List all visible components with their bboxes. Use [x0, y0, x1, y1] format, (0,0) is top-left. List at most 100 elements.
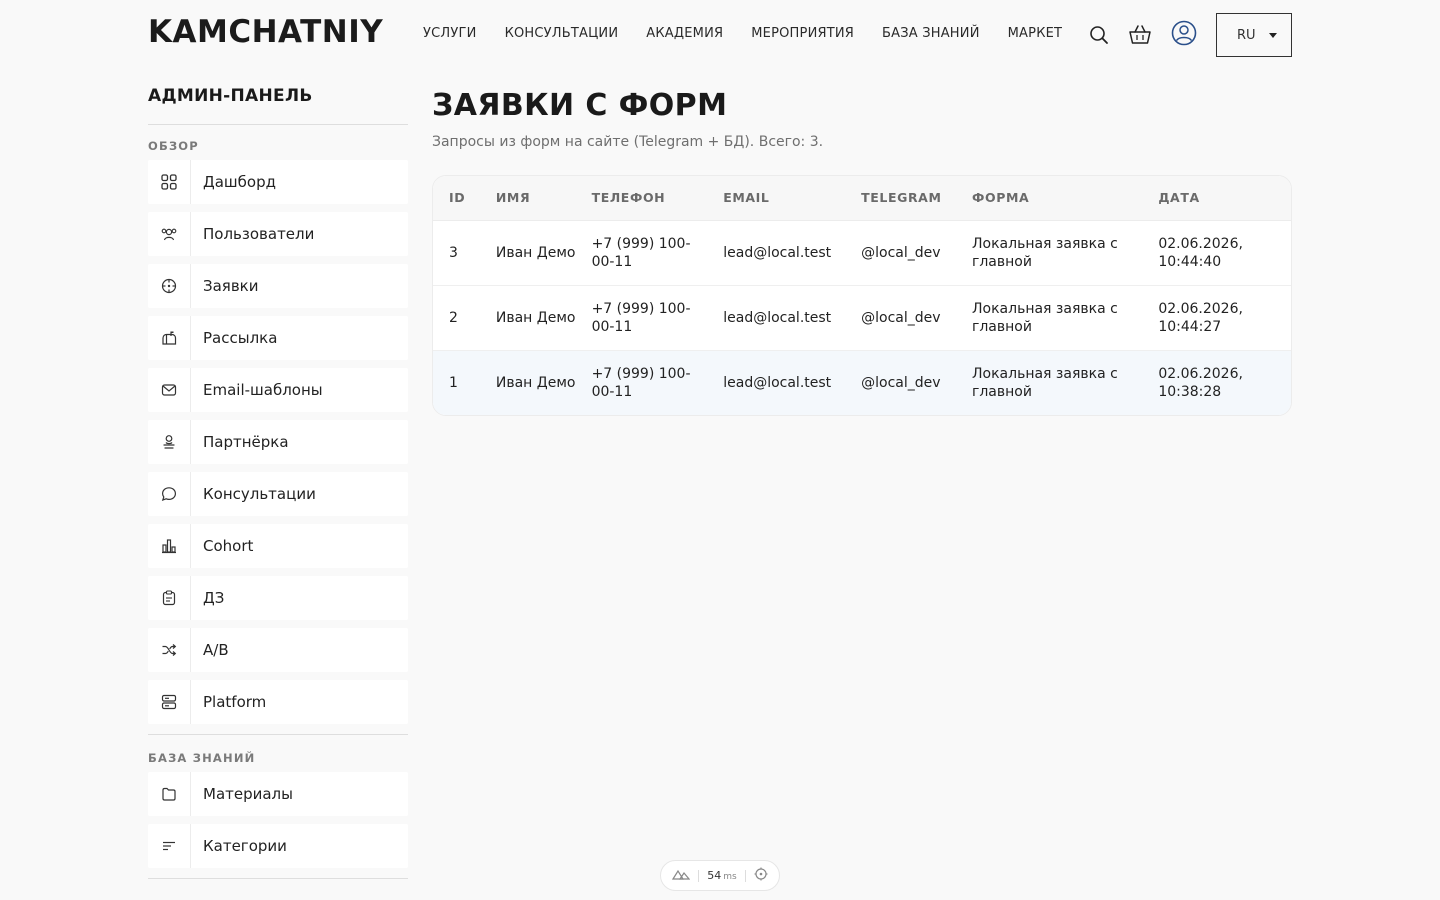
nav-market[interactable]: МАРКЕТ [1008, 26, 1063, 44]
cell-telegram: @local_dev [845, 220, 956, 286]
sidebar-item-label: A/B [203, 641, 229, 659]
table-row[interactable]: 2 Иван Демо +7 (999) 100-00-11 lead@loca… [433, 285, 1291, 351]
cell-name: Иван Демо [479, 350, 576, 415]
sidebar-item-mailing[interactable]: Рассылка [148, 316, 408, 360]
site-header: KAMCHATNIY УСЛУГИ КОНСУЛЬТАЦИИ АКАДЕМИЯ … [0, 0, 1440, 70]
sidebar-item-email-templates[interactable]: Email-шаблоны [148, 368, 408, 412]
cell-date: 02.06.2026, 10:44:27 [1142, 285, 1291, 351]
nav-consultations[interactable]: КОНСУЛЬТАЦИИ [505, 26, 619, 44]
cell-id: 1 [433, 350, 480, 415]
shuffle-icon [148, 628, 191, 672]
sidebar-item-cohort[interactable]: Cohort [148, 524, 408, 568]
nav-knowledge-base[interactable]: БАЗА ЗНАНИЙ [882, 26, 980, 44]
user-icon[interactable] [1170, 19, 1198, 47]
sidebar-item-label: Консультации [203, 485, 316, 503]
chat-icon [148, 472, 191, 516]
sidebar-item-label: Platform [203, 693, 267, 711]
devtools-pill[interactable]: 54 ms [660, 860, 780, 891]
column-header-email: EMAIL [707, 176, 846, 221]
main-content: ЗАЯВКИ С ФОРМ Запросы из форм на сайте (… [432, 86, 1292, 416]
cell-name: Иван Демо [479, 285, 576, 351]
main-nav: УСЛУГИ КОНСУЛЬТАЦИИ АКАДЕМИЯ МЕРОПРИЯТИЯ… [423, 26, 1062, 44]
render-time-unit: ms [723, 872, 737, 882]
render-time-value: 54 [707, 869, 722, 882]
language-value: RU [1237, 27, 1256, 43]
page-subtitle: Запросы из форм на сайте (Telegram + БД)… [432, 134, 824, 150]
sidebar-item-partners[interactable]: Партнёрка [148, 420, 408, 464]
sidebar-item-materials[interactable]: Материалы [148, 772, 408, 816]
cell-date: 02.06.2026, 10:38:28 [1142, 350, 1291, 415]
nav-academy[interactable]: АКАДЕМИЯ [646, 26, 723, 44]
sidebar-item-requests[interactable]: Заявки [148, 264, 408, 308]
cell-name: Иван Демо [479, 220, 576, 286]
sidebar-item-label: Заявки [203, 277, 259, 295]
table-row[interactable]: 3 Иван Демо +7 (999) 100-00-11 lead@loca… [433, 220, 1291, 286]
devtools-separator [744, 869, 746, 882]
sidebar-item-label: Материалы [203, 785, 293, 803]
devtools-separator [698, 869, 700, 882]
cell-phone: +7 (999) 100-00-11 [575, 350, 708, 415]
render-time: 54 ms [707, 869, 736, 882]
column-header-telegram: TELEGRAM [845, 176, 956, 221]
cell-form: Локальная заявка с главной [956, 350, 1143, 415]
column-header-date: ДАТА [1142, 176, 1291, 221]
target-icon [148, 264, 191, 308]
cell-telegram: @local_dev [845, 285, 956, 351]
sidebar-item-categories[interactable]: Категории [148, 824, 408, 868]
folder-icon [148, 772, 191, 816]
server-icon [148, 680, 191, 724]
cell-phone: +7 (999) 100-00-11 [575, 220, 708, 286]
sidebar-item-platform[interactable]: Platform [148, 680, 408, 724]
nuxt-logo-icon[interactable] [672, 868, 691, 883]
requests-table: ID ИМЯ ТЕЛЕФОН EMAIL TELEGRAM ФОРМА ДАТА… [432, 175, 1292, 416]
section-label-overview: ОБЗОР [148, 139, 199, 153]
list-icon [148, 824, 191, 868]
site-logo[interactable]: KAMCHATNIY [148, 14, 383, 50]
page-title: ЗАЯВКИ С ФОРМ [432, 88, 728, 123]
sidebar-item-label: Пользователи [203, 225, 315, 243]
language-select[interactable]: RU [1216, 13, 1292, 57]
mailbox-icon [148, 316, 191, 360]
cell-form: Локальная заявка с главной [956, 285, 1143, 351]
table-header-row: ID ИМЯ ТЕЛЕФОН EMAIL TELEGRAM ФОРМА ДАТА [433, 176, 1291, 221]
table-row[interactable]: 1 Иван Демо +7 (999) 100-00-11 lead@loca… [433, 350, 1291, 415]
envelope-icon [148, 368, 191, 412]
section-label-knowledge-base: БАЗА ЗНАНИЙ [148, 751, 256, 765]
cell-telegram: @local_dev [845, 350, 956, 415]
column-header-phone: ТЕЛЕФОН [575, 176, 708, 221]
sidebar-item-dashboard[interactable]: Дашборд [148, 160, 408, 204]
sidebar-item-label: ДЗ [203, 589, 225, 607]
sidebar-title: АДМИН-ПАНЕЛЬ [148, 86, 408, 125]
nav-events[interactable]: МЕРОПРИЯТИЯ [751, 26, 854, 44]
sidebar-item-ab[interactable]: A/B [148, 628, 408, 672]
search-icon[interactable] [1087, 23, 1111, 47]
cell-id: 2 [433, 285, 480, 351]
sidebar-divider [148, 734, 408, 735]
caret-down-icon [1269, 33, 1277, 38]
partner-icon [148, 420, 191, 464]
inspect-target-icon[interactable] [754, 867, 768, 884]
column-header-id: ID [433, 176, 480, 221]
sidebar-menu-knowledge-base: Материалы Категории [148, 772, 408, 868]
cell-form: Локальная заявка с главной [956, 220, 1143, 286]
sidebar-item-label: Email-шаблоны [203, 381, 323, 399]
sidebar-item-label: Дашборд [203, 173, 276, 191]
sidebar-item-label: Cohort [203, 537, 254, 555]
column-header-name: ИМЯ [479, 176, 576, 221]
sidebar-item-homework[interactable]: ДЗ [148, 576, 408, 620]
column-header-form: ФОРМА [956, 176, 1143, 221]
cell-phone: +7 (999) 100-00-11 [575, 285, 708, 351]
sidebar-item-label: Рассылка [203, 329, 278, 347]
cell-email: lead@local.test [707, 285, 846, 351]
cell-email: lead@local.test [707, 350, 846, 415]
users-icon [148, 212, 191, 256]
cell-date: 02.06.2026, 10:44:40 [1142, 220, 1291, 286]
sidebar-item-consultations[interactable]: Консультации [148, 472, 408, 516]
sidebar-item-users[interactable]: Пользователи [148, 212, 408, 256]
bar-chart-icon [148, 524, 191, 568]
sidebar-divider [148, 878, 408, 879]
nav-services[interactable]: УСЛУГИ [423, 26, 477, 44]
sidebar-item-label: Категории [203, 837, 287, 855]
cell-email: lead@local.test [707, 220, 846, 286]
cart-icon[interactable] [1127, 22, 1153, 48]
